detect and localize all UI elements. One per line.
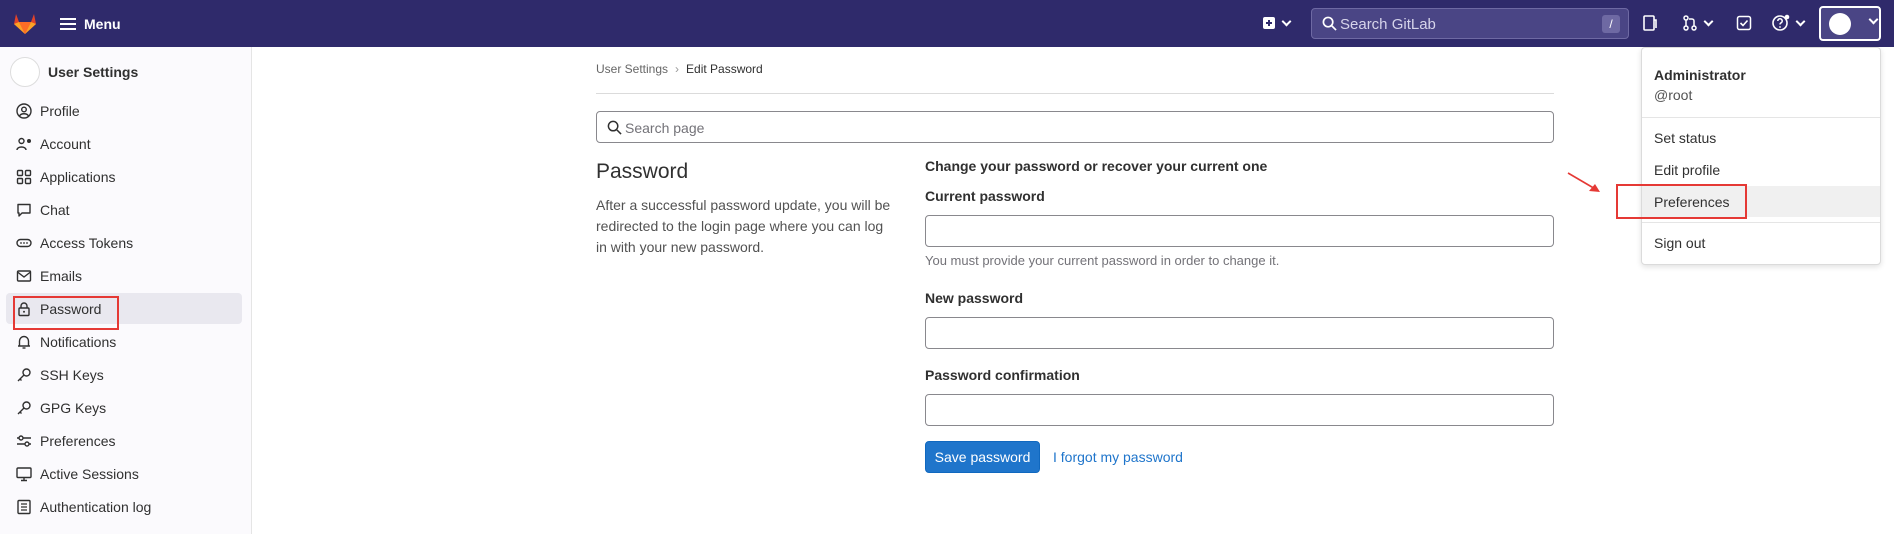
todos-button[interactable] (1736, 12, 1752, 34)
monitor-icon (16, 466, 32, 481)
current-password-field[interactable] (925, 215, 1554, 247)
page-search[interactable] (596, 111, 1554, 143)
dropdown-item-edit-profile[interactable]: Edit profile (1642, 154, 1880, 185)
sidebar-item-profile[interactable]: Profile (6, 95, 242, 126)
help-icon (1772, 14, 1790, 31)
search-icon (1322, 16, 1337, 31)
sidebar-item-label: Preferences (40, 432, 116, 449)
section-description: After a successful password update, you … (596, 197, 891, 255)
chat-icon (17, 203, 31, 217)
breadcrumb: User Settings › Edit Password (596, 62, 763, 76)
mail-icon (16, 269, 32, 282)
chevron-down-icon (1281, 16, 1292, 26)
divider (1642, 222, 1880, 223)
token-icon (16, 238, 32, 247)
sidebar-item-label: Active Sessions (40, 465, 139, 482)
key-icon (17, 367, 31, 381)
divider (1642, 117, 1880, 118)
sidebar-item-label: Authentication log (40, 498, 152, 515)
bell-icon (18, 335, 30, 349)
password-confirmation-label: Password confirmation (925, 367, 1080, 383)
save-password-button[interactable]: Save password (925, 441, 1040, 473)
menu-label: Menu (84, 16, 121, 32)
current-password-label: Current password (925, 188, 1045, 204)
dropdown-item-sign-out[interactable]: Sign out (1642, 227, 1880, 258)
sidebar-header[interactable]: User Settings (10, 57, 138, 87)
menu-button[interactable]: Menu (60, 13, 121, 35)
page-search-input[interactable] (625, 118, 1525, 138)
sidebar-item-chat[interactable]: Chat (6, 194, 242, 225)
key-icon (17, 400, 31, 414)
sidebar-item-label: Profile (40, 102, 80, 119)
todo-check-icon (1736, 15, 1752, 31)
divider (596, 93, 1554, 94)
sidebar-item-label: Access Tokens (40, 234, 134, 251)
hamburger-icon (60, 18, 76, 30)
sidebar-item-label: Applications (40, 168, 116, 185)
breadcrumb-parent-link[interactable]: User Settings (596, 62, 668, 76)
breadcrumb-current: Edit Password (686, 62, 763, 76)
dropdown-username: @root (1654, 87, 1693, 103)
plus-square-icon (1263, 17, 1275, 29)
sidebar-item-label: Emails (40, 267, 83, 284)
sidebar-item-ssh-keys[interactable]: SSH Keys (6, 359, 242, 390)
chevron-down-icon (1703, 16, 1714, 26)
merge-request-icon (1683, 15, 1697, 31)
search-shortcut-hint: / (1602, 15, 1620, 33)
global-search[interactable]: / (1311, 8, 1629, 39)
user-avatar-button[interactable] (1819, 6, 1881, 41)
password-confirmation-field[interactable] (925, 394, 1554, 426)
forgot-password-link[interactable]: I forgot my password (1053, 449, 1183, 465)
gitlab-logo-icon[interactable] (12, 10, 38, 36)
applications-icon (16, 169, 32, 184)
dropdown-item-set-status[interactable]: Set status (1642, 122, 1880, 153)
highlight-box-password (13, 296, 119, 330)
dropdown-user-name: Administrator (1654, 67, 1746, 83)
new-password-field[interactable] (925, 317, 1554, 349)
current-password-help: You must provide your current password i… (925, 253, 1280, 268)
chevron-right-icon: › (675, 62, 680, 76)
log-icon (17, 499, 31, 514)
sidebar-item-label: Account (40, 135, 91, 152)
section-title: Password (596, 160, 689, 183)
annotation-arrow-icon (1567, 172, 1600, 192)
global-search-input[interactable] (1340, 13, 1580, 35)
user-settings-sidebar: User Settings Profile Account Applicatio… (0, 47, 252, 534)
avatar (1829, 13, 1851, 35)
search-icon (607, 120, 622, 135)
sidebar-item-active-sessions[interactable]: Active Sessions (6, 458, 242, 489)
sidebar-item-preferences[interactable]: Preferences (6, 425, 242, 456)
document-icon (1643, 15, 1657, 31)
account-icon (16, 137, 31, 150)
profile-icon (16, 102, 32, 119)
merge-requests-button[interactable] (1642, 12, 1658, 34)
highlight-box-preferences (1616, 184, 1747, 219)
sidebar-item-label: Chat (40, 201, 70, 218)
chevron-down-icon (1868, 14, 1879, 25)
form-heading: Change your password or recover your cur… (925, 158, 1268, 174)
sidebar-item-account[interactable]: Account (6, 128, 242, 159)
top-navbar: Menu / (0, 0, 1894, 47)
sidebar-item-notifications[interactable]: Notifications (6, 326, 242, 357)
chevron-down-icon (1795, 16, 1806, 26)
preferences-icon (17, 434, 31, 447)
create-new-button[interactable] (1262, 12, 1292, 34)
sidebar-item-gpg-keys[interactable]: GPG Keys (6, 392, 242, 423)
sidebar-item-authentication-log[interactable]: Authentication log (6, 491, 242, 522)
new-password-label: New password (925, 290, 1024, 306)
user-dropdown-menu: Administrator @root Set status Edit prof… (1641, 47, 1881, 265)
sidebar-item-applications[interactable]: Applications (6, 161, 242, 192)
sidebar-item-label: Notifications (40, 333, 117, 350)
sidebar-item-access-tokens[interactable]: Access Tokens (6, 227, 242, 258)
sidebar-item-label: SSH Keys (40, 366, 104, 383)
sidebar-title: User Settings (48, 64, 139, 80)
merge-request-menu-button[interactable] (1682, 12, 1714, 34)
sidebar-item-label: GPG Keys (40, 399, 107, 416)
help-button[interactable] (1772, 12, 1806, 34)
avatar (10, 57, 40, 87)
sidebar-item-emails[interactable]: Emails (6, 260, 242, 291)
